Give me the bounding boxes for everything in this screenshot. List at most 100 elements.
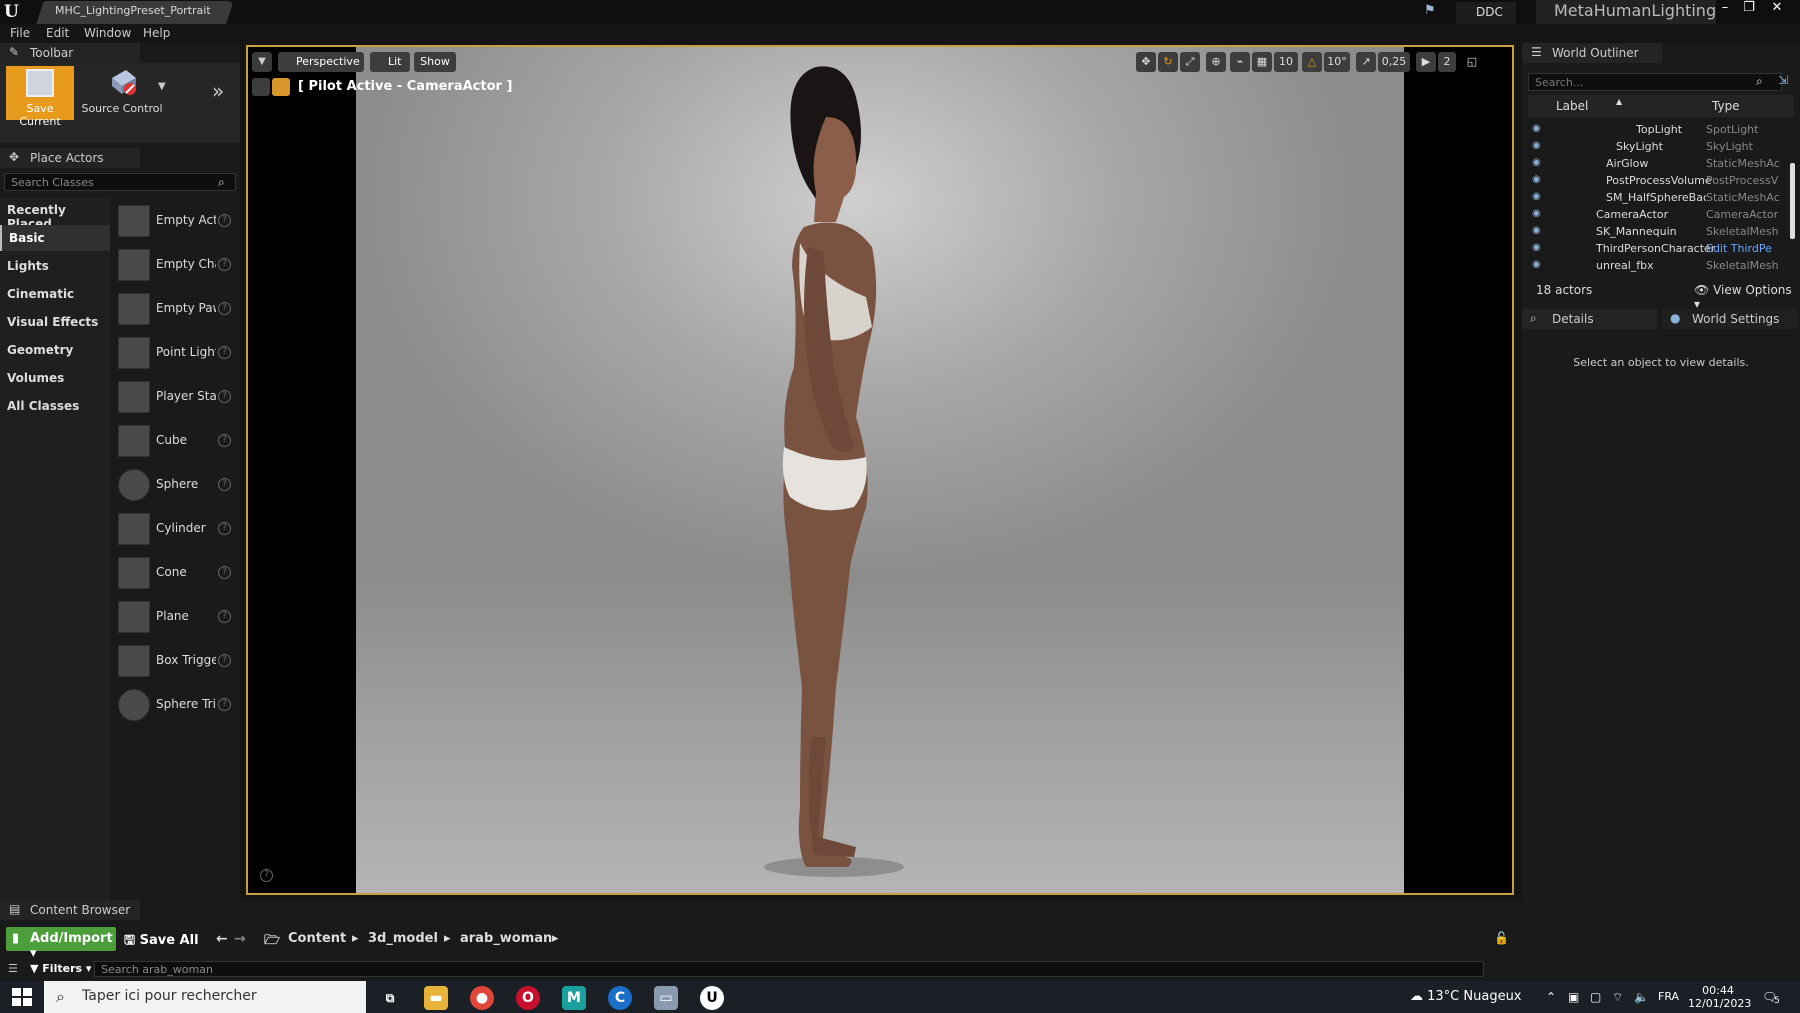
list-item[interactable]: Cone? <box>110 551 240 595</box>
chrome-icon[interactable]: ● <box>470 986 494 1010</box>
visibility-icon[interactable]: ◉ <box>1532 191 1546 203</box>
maya-icon[interactable]: M <box>562 986 586 1010</box>
list-item[interactable]: Cube? <box>110 419 240 463</box>
world-space-icon[interactable]: ⊕ <box>1206 52 1226 72</box>
help-icon[interactable]: ? <box>218 698 231 711</box>
rotation-snap-value[interactable]: 10° <box>1324 52 1350 72</box>
cinema-app-icon[interactable]: C <box>608 986 632 1010</box>
eject-pilot-icon[interactable] <box>252 78 270 96</box>
camera-speed-value[interactable]: 2 <box>1438 52 1456 72</box>
visibility-icon[interactable]: ◉ <box>1532 157 1546 169</box>
place-actors-tab[interactable]: ✥ Place Actors <box>0 148 140 168</box>
help-icon[interactable]: ? <box>218 566 231 579</box>
outliner-search-input[interactable]: Search... <box>1528 73 1782 91</box>
app-window-icon[interactable]: ▭ <box>654 986 678 1010</box>
document-tab-label[interactable]: MHC_LightingPreset_Portrait <box>55 4 211 17</box>
list-item[interactable]: Point Light? <box>110 331 240 375</box>
visibility-icon[interactable]: ◉ <box>1532 259 1546 271</box>
table-row[interactable]: ◉ SM_HalfSphereBackgStaticMeshAc <box>1528 189 1790 206</box>
sort-ascending-icon[interactable]: ▲ <box>1616 97 1622 106</box>
breadcrumb-separator-icon[interactable]: ▸ <box>552 931 559 946</box>
help-icon[interactable]: ? <box>218 654 231 667</box>
category-recently-placed[interactable]: Recently Placed <box>0 197 110 231</box>
maximize-button[interactable]: ❐ <box>1738 0 1760 15</box>
tray-app-icon[interactable]: ▣ <box>1568 990 1579 1004</box>
scene-render[interactable] <box>356 47 1404 893</box>
outliner-scrollbar[interactable] <box>1790 163 1795 239</box>
grid-snap-value[interactable]: 10 <box>1274 52 1298 72</box>
visibility-icon[interactable]: ◉ <box>1532 208 1546 220</box>
table-row[interactable]: ◉ CameraActor CameraActor <box>1528 206 1790 223</box>
list-item[interactable]: Cylinder? <box>110 507 240 551</box>
help-icon[interactable]: ? <box>218 346 231 359</box>
task-view-icon[interactable]: ⧉ <box>378 986 402 1010</box>
filters-button[interactable]: ▼ Filters ▾ <box>30 962 91 975</box>
source-control-dropdown-icon[interactable]: ▼ <box>158 81 166 92</box>
help-icon[interactable]: ? <box>218 302 231 315</box>
help-icon[interactable]: ? <box>218 390 231 403</box>
save-all-button[interactable]: 🖫 Save All <box>124 931 199 953</box>
category-volumes[interactable]: Volumes <box>0 365 110 391</box>
category-all-classes[interactable]: All Classes <box>0 393 110 419</box>
character-figure[interactable] <box>696 47 976 893</box>
lock-icon[interactable]: 🔓 <box>1494 931 1509 945</box>
scale-snap-icon[interactable]: ↗ <box>1356 52 1376 72</box>
rotate-icon[interactable]: ↻ <box>1158 52 1178 72</box>
expand-toolbar-icon[interactable]: » <box>212 79 224 103</box>
table-row[interactable]: ◉ AirGlow StaticMeshAc <box>1528 155 1790 172</box>
opera-icon[interactable]: O <box>516 986 540 1010</box>
translate-icon[interactable]: ✥ <box>1136 52 1156 72</box>
viewport-options-button[interactable]: ▼ <box>252 52 272 72</box>
table-row[interactable]: ◉ ThirdPersonCharacter Edit ThirdPe <box>1528 240 1790 257</box>
content-browser-tab[interactable]: ▤ Content Browser <box>0 900 140 920</box>
menu-edit[interactable]: Edit <box>46 26 69 40</box>
add-import-button[interactable]: ▮ Add/Import ▾ <box>6 927 116 961</box>
camera-pilot-icon[interactable] <box>272 78 290 96</box>
scale-icon[interactable]: ⤢ <box>1180 52 1200 72</box>
language-indicator[interactable]: FRA <box>1658 990 1679 1003</box>
visibility-icon[interactable]: ◉ <box>1532 123 1546 135</box>
help-icon[interactable]: ? <box>218 522 231 535</box>
camera-speed-icon[interactable]: ▶ <box>1416 52 1436 72</box>
save-current-button[interactable]: Save Current <box>6 66 74 128</box>
visibility-icon[interactable]: ◉ <box>1532 174 1546 186</box>
help-icon[interactable]: ? <box>218 478 231 491</box>
help-icon[interactable]: ? <box>218 434 231 447</box>
category-lights[interactable]: Lights <box>0 253 110 279</box>
tab-world-settings[interactable]: ● World Settings <box>1662 309 1797 329</box>
add-filter-icon[interactable]: ⇲ <box>1778 73 1788 87</box>
level-viewport[interactable]: ▼ Perspective Lit Show [ Pilot Active - … <box>246 45 1514 895</box>
breadcrumb-3d-model[interactable]: 3d_model <box>368 931 438 946</box>
surface-snap-icon[interactable]: ⌁ <box>1230 52 1250 72</box>
table-row[interactable]: ◉ PostProcessVolume PostProcessV <box>1528 172 1790 189</box>
menu-file[interactable]: File <box>10 26 30 40</box>
unreal-engine-taskbar-icon[interactable]: U <box>700 986 724 1010</box>
category-basic[interactable]: Basic <box>0 225 110 251</box>
table-row[interactable]: ◉ TopLight SpotLight <box>1528 121 1790 138</box>
minimize-button[interactable]: – <box>1714 0 1736 15</box>
rotation-snap-icon[interactable]: △ <box>1302 52 1322 72</box>
perspective-button[interactable]: Perspective <box>278 52 364 72</box>
help-icon[interactable]: ? <box>218 214 231 227</box>
view-options-button[interactable]: 👁 View Options ▾ <box>1694 283 1800 311</box>
breadcrumb-content[interactable]: Content <box>288 931 346 946</box>
edit-blueprint-link[interactable]: Edit ThirdPe <box>1706 242 1790 255</box>
table-row[interactable]: ◉ unreal_fbx SkeletalMesh <box>1528 257 1790 274</box>
back-icon[interactable]: ← <box>216 931 228 947</box>
list-item[interactable]: Player Start? <box>110 375 240 419</box>
network-icon[interactable]: ⌔ <box>1612 990 1623 1005</box>
close-button[interactable]: ✕ <box>1766 0 1788 15</box>
visibility-icon[interactable]: ◉ <box>1532 225 1546 237</box>
forward-icon[interactable]: → <box>234 931 246 947</box>
ddc-indicator[interactable]: DDC <box>1456 2 1516 24</box>
taskbar-search-input[interactable]: ⌕ Taper ici pour rechercher <box>44 981 366 1013</box>
search-icon[interactable]: ⌕ <box>1756 74 1763 89</box>
volume-icon[interactable]: 🔈 <box>1634 990 1649 1004</box>
maximize-viewport-icon[interactable]: ◱ <box>1462 52 1482 72</box>
table-row[interactable]: ◉ SkyLight SkyLight <box>1528 138 1790 155</box>
help-icon[interactable]: ? <box>218 258 231 271</box>
folder-icon[interactable]: 🗁 <box>264 931 280 953</box>
category-cinematic[interactable]: Cinematic <box>0 281 110 307</box>
column-label[interactable]: Label <box>1556 99 1588 113</box>
list-item[interactable]: Box Trigger? <box>110 639 240 683</box>
